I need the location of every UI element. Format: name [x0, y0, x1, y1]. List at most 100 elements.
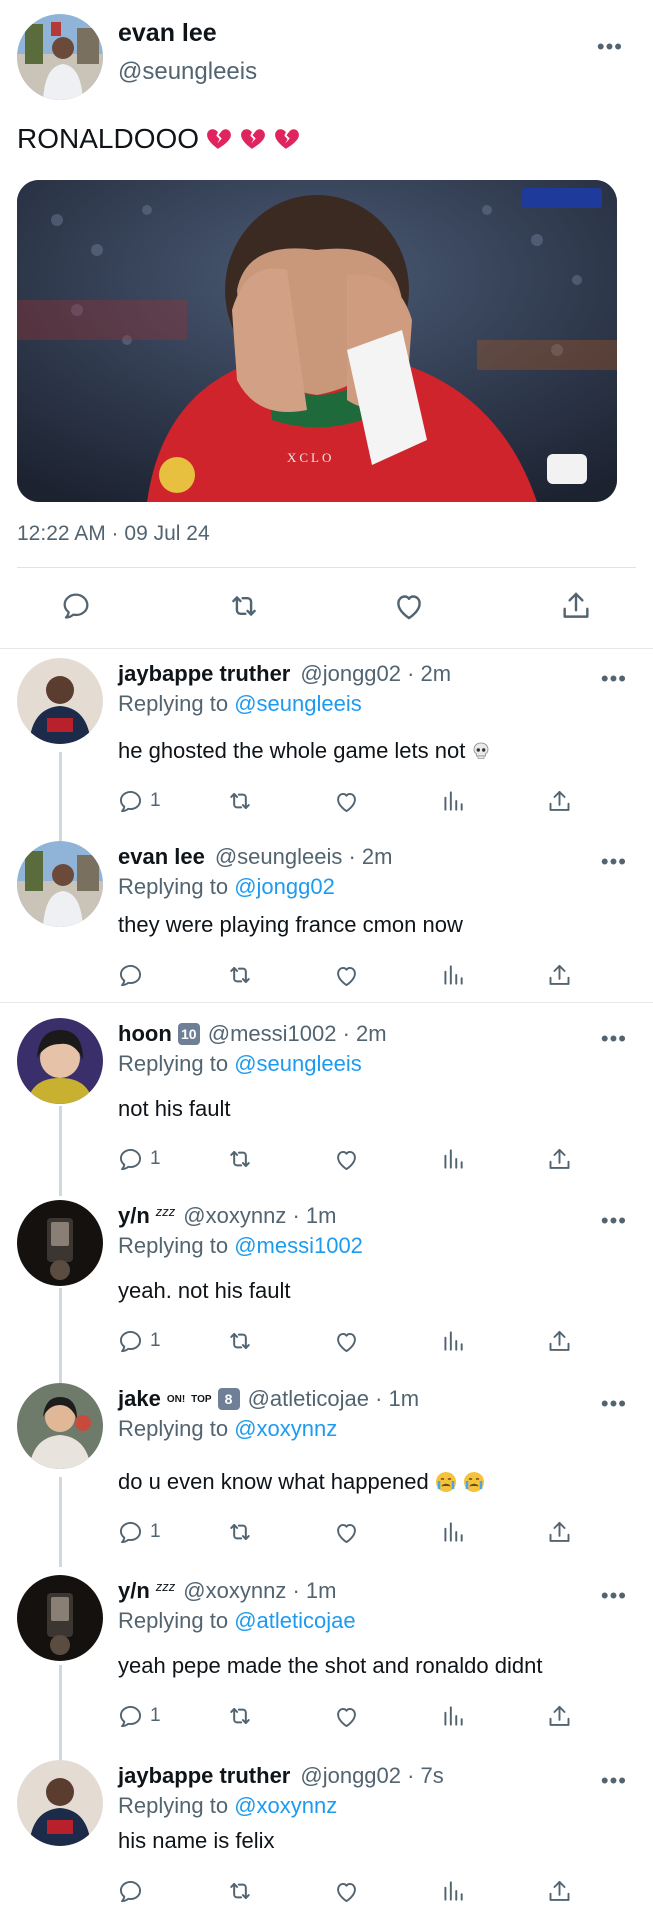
- more-icon[interactable]: •••: [597, 36, 623, 58]
- author-name[interactable]: jaybappe truther: [118, 1763, 290, 1789]
- views-icon[interactable]: [440, 1324, 466, 1358]
- avatar[interactable]: [17, 1383, 103, 1469]
- author-handle[interactable]: @xoxynnz · 1m: [183, 1203, 336, 1229]
- reply-actions: 1: [0, 1324, 653, 1358]
- like-icon[interactable]: [389, 586, 429, 626]
- reply-icon[interactable]: [56, 586, 96, 626]
- reply-tweet[interactable]: y/n zzz @xoxynnz · 1m ••• Replying to @a…: [0, 1575, 653, 1755]
- views-icon[interactable]: [440, 1874, 466, 1908]
- reply-header: jake ON! TOP 8 @atleticojae · 1m: [118, 1386, 419, 1412]
- author-handle[interactable]: @xoxynnz · 1m: [183, 1578, 336, 1604]
- reply-tweet[interactable]: jaybappe truther @jongg02 · 2m ••• Reply…: [0, 658, 653, 830]
- author-name[interactable]: y/n: [118, 1203, 150, 1229]
- reply-icon[interactable]: [117, 1874, 144, 1908]
- replying-to: Replying to @seungleeis: [118, 1051, 362, 1077]
- share-icon[interactable]: [546, 958, 573, 992]
- avatar[interactable]: [17, 1200, 103, 1286]
- share-icon[interactable]: [556, 586, 596, 626]
- retweet-icon[interactable]: [224, 586, 264, 626]
- reply-icon[interactable]: 1: [117, 1699, 161, 1733]
- divider: [17, 567, 636, 568]
- reply-icon[interactable]: 1: [117, 1324, 161, 1358]
- author-handle[interactable]: @messi1002 · 2m: [208, 1021, 387, 1047]
- share-icon[interactable]: [546, 1142, 573, 1176]
- more-icon[interactable]: •••: [601, 1210, 627, 1232]
- more-icon[interactable]: •••: [601, 1028, 627, 1050]
- author-name[interactable]: jaybappe truther: [118, 661, 290, 687]
- author-name[interactable]: evan lee: [118, 844, 205, 870]
- mention-link[interactable]: @seungleeis: [234, 691, 362, 716]
- avatar[interactable]: [17, 1018, 103, 1104]
- retweet-icon[interactable]: [226, 1324, 254, 1358]
- reply-tweet[interactable]: jake ON! TOP 8 @atleticojae · 1m ••• Rep…: [0, 1383, 653, 1569]
- mention-link[interactable]: @jongg02: [234, 874, 335, 899]
- author-handle[interactable]: @seungleeis: [118, 58, 257, 86]
- views-icon[interactable]: [440, 1515, 466, 1549]
- author-name[interactable]: evan lee: [118, 19, 217, 48]
- avatar[interactable]: [17, 1575, 103, 1661]
- reply-icon[interactable]: 1: [117, 1142, 161, 1176]
- avatar[interactable]: [17, 841, 103, 927]
- mention-link[interactable]: @messi1002: [234, 1233, 363, 1258]
- mention-link[interactable]: @atleticojae: [234, 1608, 355, 1633]
- author-handle[interactable]: @jongg02 · 7s: [300, 1763, 443, 1789]
- share-icon[interactable]: [546, 1324, 573, 1358]
- retweet-icon[interactable]: [226, 1874, 254, 1908]
- like-icon[interactable]: [333, 784, 360, 818]
- mention-link[interactable]: @seungleeis: [234, 1051, 362, 1076]
- like-icon[interactable]: [333, 1142, 360, 1176]
- more-icon[interactable]: •••: [601, 668, 627, 690]
- author-name[interactable]: hoon: [118, 1021, 172, 1047]
- share-icon[interactable]: [546, 1699, 573, 1733]
- like-icon[interactable]: [333, 1699, 360, 1733]
- author-name[interactable]: y/n: [118, 1578, 150, 1604]
- retweet-icon[interactable]: [226, 958, 254, 992]
- on-arrow-icon: ON!: [166, 1393, 186, 1405]
- like-icon[interactable]: [333, 1874, 360, 1908]
- avatar[interactable]: [17, 1760, 103, 1846]
- views-icon[interactable]: [440, 1699, 466, 1733]
- reply-tweet[interactable]: hoon 10 @messi1002 · 2m ••• Replying to …: [0, 1018, 653, 1186]
- reply-tweet[interactable]: evan lee @seungleeis · 2m ••• Replying t…: [0, 841, 653, 991]
- retweet-icon[interactable]: [226, 1699, 254, 1733]
- crying-face-icon: [435, 1472, 456, 1492]
- reply-icon[interactable]: 1: [117, 1515, 161, 1549]
- avatar[interactable]: [17, 658, 103, 744]
- like-icon[interactable]: [333, 958, 360, 992]
- author-handle[interactable]: @jongg02 · 2m: [300, 661, 451, 687]
- reply-text: they were playing france cmon now: [118, 912, 463, 938]
- retweet-icon[interactable]: [226, 784, 254, 818]
- tweet-timestamp[interactable]: 12:22 AM · 09 Jul 24: [17, 522, 210, 546]
- reply-icon[interactable]: 1: [117, 784, 161, 818]
- reply-icon[interactable]: [117, 958, 144, 992]
- more-icon[interactable]: •••: [601, 1770, 627, 1792]
- share-icon[interactable]: [546, 1874, 573, 1908]
- author-name[interactable]: jake: [118, 1386, 161, 1412]
- tweet-media[interactable]: XCLO: [17, 180, 617, 502]
- mention-link[interactable]: @xoxynnz: [234, 1416, 337, 1441]
- more-icon[interactable]: •••: [601, 1393, 627, 1415]
- more-icon[interactable]: •••: [601, 1585, 627, 1607]
- views-icon[interactable]: [440, 1142, 466, 1176]
- like-icon[interactable]: [333, 1324, 360, 1358]
- share-icon[interactable]: [546, 784, 573, 818]
- skull-icon: [473, 742, 489, 759]
- reply-text: yeah pepe made the shot and ronaldo didn…: [118, 1653, 542, 1679]
- author-handle[interactable]: @seungleeis · 2m: [215, 844, 393, 870]
- zzz-icon: zzz: [155, 1203, 176, 1219]
- views-icon[interactable]: [440, 784, 466, 818]
- reply-tweet[interactable]: jaybappe truther @jongg02 · 7s ••• Reply…: [0, 1760, 653, 1920]
- views-icon[interactable]: [440, 958, 466, 992]
- like-icon[interactable]: [333, 1515, 360, 1549]
- more-icon[interactable]: •••: [601, 851, 627, 873]
- mention-link[interactable]: @xoxynnz: [234, 1793, 337, 1818]
- avatar[interactable]: [17, 14, 103, 100]
- reply-actions: 1: [0, 1699, 653, 1733]
- author-handle[interactable]: @atleticojae · 1m: [248, 1386, 420, 1412]
- retweet-icon[interactable]: [226, 1142, 254, 1176]
- reply-actions: [0, 1874, 653, 1908]
- reply-tweet[interactable]: y/n zzz @xoxynnz · 1m ••• Replying to @m…: [0, 1200, 653, 1370]
- share-icon[interactable]: [546, 1515, 573, 1549]
- retweet-icon[interactable]: [226, 1515, 254, 1549]
- reply-header: evan lee @seungleeis · 2m: [118, 844, 392, 870]
